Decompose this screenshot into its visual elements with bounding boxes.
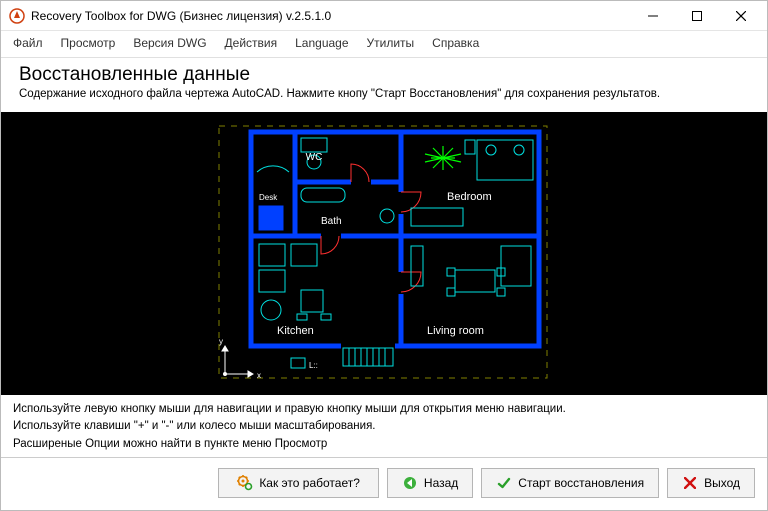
menu-view[interactable]: Просмотр [53, 33, 124, 53]
page-title: Восстановленные данные [19, 64, 749, 86]
axis-label-x: x [257, 371, 261, 380]
cad-viewport[interactable]: WC Bath Bedroom Kitchen Living room Desk… [1, 112, 767, 395]
hints-panel: Используйте левую кнопку мыши для навига… [1, 395, 767, 455]
menu-language[interactable]: Language [287, 33, 356, 53]
back-label: Назад [424, 476, 458, 490]
window-controls [631, 2, 763, 30]
hint-line-3: Расширеные Опции можно найти в пункте ме… [13, 436, 755, 453]
axis-label-y: y [219, 337, 223, 346]
minimize-button[interactable] [631, 2, 675, 30]
start-recovery-label: Старт восстановления [518, 476, 644, 490]
exit-button[interactable]: Выход [667, 468, 755, 498]
menu-actions[interactable]: Действия [217, 33, 286, 53]
menubar: Файл Просмотр Версия DWG Действия Langua… [1, 31, 767, 58]
hint-line-1: Используйте левую кнопку мыши для навига… [13, 401, 755, 418]
titlebar: Recovery Toolbox for DWG (Бизнес лицензи… [1, 1, 767, 31]
page-subtitle: Содержание исходного файла чертежа AutoC… [19, 88, 749, 100]
room-label-kitchen: Kitchen [277, 325, 314, 337]
check-icon [496, 475, 512, 491]
label-l: L:: [309, 361, 318, 370]
button-bar: Как это работает? Назад Старт восстановл… [1, 458, 767, 508]
label-desk: Desk [259, 193, 278, 202]
back-button[interactable]: Назад [387, 468, 473, 498]
room-label-bath: Bath [321, 216, 342, 227]
menu-help[interactable]: Справка [424, 33, 487, 53]
room-label-wc: WC [306, 152, 323, 163]
how-it-works-button[interactable]: Как это работает? [218, 468, 379, 498]
arrow-left-icon [402, 475, 418, 491]
room-label-living: Living room [427, 325, 484, 337]
gear-icon [237, 475, 253, 491]
menu-dwgver[interactable]: Версия DWG [125, 33, 214, 53]
close-button[interactable] [719, 2, 763, 30]
close-icon [682, 475, 698, 491]
window-title: Recovery Toolbox for DWG (Бизнес лицензи… [31, 9, 631, 23]
how-it-works-label: Как это работает? [259, 476, 360, 490]
menu-file[interactable]: Файл [5, 33, 51, 53]
app-icon [9, 8, 25, 24]
page-header: Восстановленные данные Содержание исходн… [1, 58, 767, 104]
hint-line-2: Используйте клавиши "+" и "-" или колесо… [13, 418, 755, 435]
start-recovery-button[interactable]: Старт восстановления [481, 468, 659, 498]
exit-label: Выход [704, 476, 740, 490]
maximize-button[interactable] [675, 2, 719, 30]
room-label-bedroom: Bedroom [447, 191, 492, 203]
menu-utils[interactable]: Утилиты [359, 33, 423, 53]
